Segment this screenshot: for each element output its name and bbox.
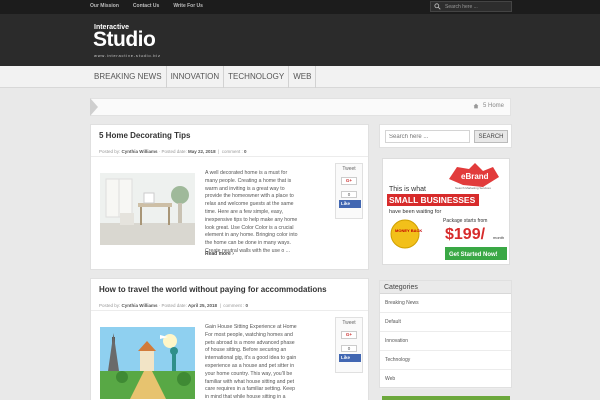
post-thumbnail[interactable] — [100, 327, 195, 399]
post-meta: Posted by: Cynthia Williams · Posted dat… — [91, 300, 368, 311]
ad-badge: MONEY BACK — [395, 228, 422, 233]
meta-label: Posted by: — [99, 303, 121, 308]
categories-title: Categories — [380, 281, 511, 294]
post-meta: Posted by: Cynthia Williams · Posted dat… — [91, 146, 368, 157]
ad-price: $199/ — [445, 226, 486, 243]
post-date: May 22, 2018 — [188, 149, 216, 154]
ad-cta: Get Started Now! — [449, 252, 498, 258]
share-count: 0 — [341, 191, 357, 198]
nav-item-technology[interactable]: TECHNOLOGY — [224, 66, 290, 88]
post-comments[interactable]: 0 — [244, 149, 247, 154]
meta-label: comment : — [221, 149, 243, 154]
post-comments[interactable]: 0 — [246, 303, 249, 308]
meta-label: Posted date: — [161, 303, 187, 308]
gplus-button[interactable]: G+ — [341, 177, 357, 185]
meta-label: comment : — [223, 303, 245, 308]
ad-line1: This is what — [389, 186, 426, 193]
nav-item-innovation[interactable]: INNOVATION — [167, 66, 225, 88]
post-excerpt: A well decorated home is a must for many… — [205, 170, 298, 254]
ad-line2: SMALL BUSINESSES — [389, 195, 476, 205]
category-item-innovation[interactable]: Innovation — [380, 332, 511, 351]
ad-banner-strip[interactable] — [382, 396, 510, 400]
category-item-technology[interactable]: Technology — [380, 351, 511, 370]
top-link-our-mission[interactable]: Our Mission — [90, 3, 119, 9]
breadcrumb-arrow — [90, 98, 98, 116]
ad-banner[interactable]: eBrand Search Marketing Services This is… — [382, 158, 510, 265]
main-nav: BREAKING NEWS INNOVATION TECHNOLOGY WEB — [0, 66, 600, 88]
ad-pkg: Package starts from — [443, 218, 487, 224]
category-item-default[interactable]: Default — [380, 313, 511, 332]
post-card: 5 Home Decorating Tips Posted by: Cynthi… — [90, 124, 369, 270]
post-author[interactable]: Cynthia Williams — [122, 303, 158, 308]
post-author[interactable]: Cynthia Williams — [122, 149, 158, 154]
logo-url: www.interactive-studio.biz — [94, 53, 161, 58]
post-title[interactable]: 5 Home Decorating Tips — [99, 131, 190, 140]
tweet-button[interactable]: Tweet — [336, 320, 362, 326]
post-card: How to travel the world without paying f… — [90, 278, 369, 400]
logo-main-text: Studio — [93, 28, 156, 51]
breadcrumb: 5 Home — [90, 98, 511, 116]
ad-brand: eBrand — [461, 172, 489, 181]
sidebar-search: SEARCH — [379, 124, 512, 148]
site-header: Interactive Studio www.interactive-studi… — [0, 14, 600, 66]
breadcrumb-current: 5 Home — [482, 103, 504, 109]
post-excerpt: Gain House Sitting Experience at Home Fo… — [205, 324, 297, 400]
facebook-like-button[interactable]: Like — [339, 200, 361, 208]
facebook-like-button[interactable]: Like — [339, 354, 361, 362]
top-bar: Our Mission Contact Us Write For Us — [0, 0, 600, 14]
top-search-input[interactable] — [445, 3, 509, 10]
top-link-write-for-us[interactable]: Write For Us — [173, 3, 203, 9]
categories-widget: Categories Breaking News Default Innovat… — [379, 280, 512, 389]
ad-brand-sub: Search Marketing Services — [455, 186, 491, 190]
sidebar-search-button[interactable]: SEARCH — [474, 130, 508, 143]
share-box: Tweet G+ 0 Like — [335, 317, 363, 373]
nav-item-breaking-news[interactable]: BREAKING NEWS — [90, 66, 167, 88]
ad-per: month — [493, 235, 504, 240]
top-link-contact-us[interactable]: Contact Us — [133, 3, 159, 9]
share-box: Tweet G+ 0 Like — [335, 163, 363, 219]
read-more-label: Read more — [205, 251, 231, 257]
chevron-right-icon: › — [232, 251, 234, 257]
post-thumbnail[interactable] — [100, 173, 195, 245]
category-item-breaking-news[interactable]: Breaking News — [380, 294, 511, 313]
share-count: 0 — [341, 345, 357, 352]
post-date: April 25, 2018 — [188, 303, 218, 308]
category-item-web[interactable]: Web — [380, 370, 511, 389]
meta-label: Posted date: — [161, 149, 187, 154]
ad-line3: have been waiting for — [389, 209, 441, 215]
meta-label: Posted by: — [99, 149, 121, 154]
read-more-link[interactable]: Read more › — [205, 251, 234, 257]
post-title[interactable]: How to travel the world without paying f… — [99, 285, 327, 294]
site-logo[interactable]: Interactive Studio www.interactive-studi… — [93, 24, 204, 60]
gplus-button[interactable]: G+ — [341, 331, 357, 339]
nav-item-web[interactable]: WEB — [289, 66, 317, 88]
home-icon[interactable] — [473, 103, 479, 109]
top-search-box — [430, 1, 512, 12]
search-icon[interactable] — [434, 3, 441, 10]
top-links: Our Mission Contact Us Write For Us — [90, 3, 203, 9]
tweet-button[interactable]: Tweet — [336, 166, 362, 172]
sidebar-search-input[interactable] — [385, 130, 470, 143]
